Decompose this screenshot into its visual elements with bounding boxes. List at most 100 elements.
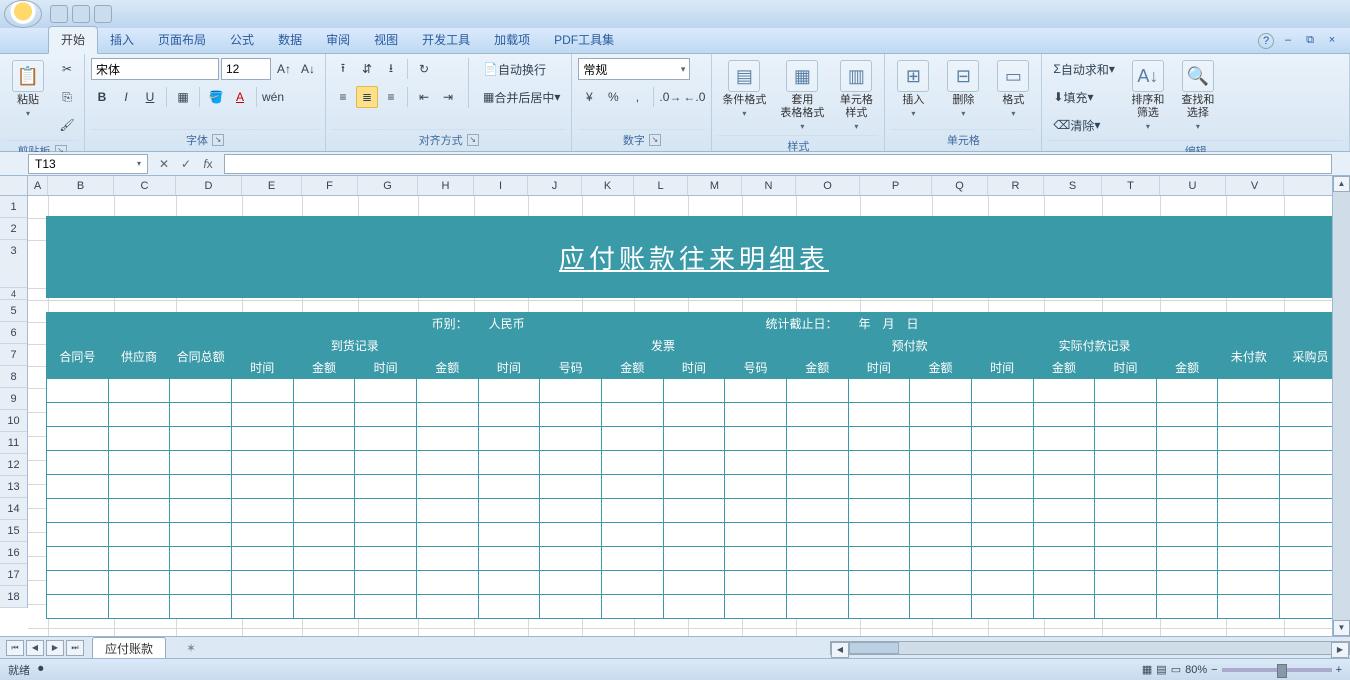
cell[interactable]	[910, 379, 972, 403]
cell[interactable]	[1095, 547, 1157, 571]
row-header[interactable]: 17	[0, 564, 27, 586]
column-header[interactable]: R	[988, 176, 1044, 195]
align-middle-icon[interactable]: ⇵	[356, 58, 378, 80]
cell[interactable]	[663, 547, 725, 571]
cell[interactable]	[293, 523, 355, 547]
column-header[interactable]: M	[688, 176, 742, 195]
row-headers[interactable]: 123456789101112131415161718	[0, 196, 28, 608]
cell[interactable]	[910, 427, 972, 451]
tab-home[interactable]: 开始	[48, 26, 98, 54]
cell[interactable]	[786, 427, 848, 451]
row-header[interactable]: 13	[0, 476, 27, 498]
cell[interactable]	[601, 547, 663, 571]
select-all-corner[interactable]	[0, 176, 28, 196]
row-header[interactable]: 16	[0, 542, 27, 564]
cell[interactable]	[108, 379, 170, 403]
cell[interactable]	[416, 523, 478, 547]
cell[interactable]	[1095, 403, 1157, 427]
cell[interactable]	[1095, 595, 1157, 619]
cell[interactable]	[355, 403, 417, 427]
cell[interactable]	[663, 475, 725, 499]
cell[interactable]	[1033, 595, 1095, 619]
cell[interactable]	[663, 403, 725, 427]
cell[interactable]	[848, 595, 910, 619]
cell[interactable]	[355, 595, 417, 619]
cell[interactable]	[540, 475, 602, 499]
cell[interactable]	[231, 595, 293, 619]
cell[interactable]	[108, 451, 170, 475]
cell[interactable]	[170, 427, 232, 451]
cell[interactable]	[848, 523, 910, 547]
column-header[interactable]: G	[358, 176, 418, 195]
cell[interactable]	[478, 475, 540, 499]
cell[interactable]	[293, 475, 355, 499]
cell[interactable]	[1218, 523, 1280, 547]
column-header[interactable]: J	[528, 176, 582, 195]
cell[interactable]	[1033, 403, 1095, 427]
font-family-select[interactable]	[91, 58, 219, 80]
cell[interactable]	[786, 499, 848, 523]
cell[interactable]	[663, 379, 725, 403]
cell[interactable]	[47, 427, 109, 451]
vertical-scrollbar[interactable]: ▲ ▼	[1332, 176, 1350, 636]
column-header[interactable]: H	[418, 176, 474, 195]
paste-button[interactable]: 📋 粘贴	[6, 58, 50, 122]
cell[interactable]	[355, 547, 417, 571]
cell[interactable]	[1280, 427, 1332, 451]
cell[interactable]	[725, 547, 787, 571]
cell[interactable]	[663, 571, 725, 595]
cell[interactable]	[47, 547, 109, 571]
cell[interactable]	[170, 403, 232, 427]
increase-decimal-icon[interactable]: .0→	[659, 86, 681, 108]
column-header[interactable]: T	[1102, 176, 1160, 195]
cell[interactable]	[1218, 571, 1280, 595]
cell[interactable]	[971, 547, 1033, 571]
cell[interactable]	[663, 451, 725, 475]
clear-button[interactable]: ⌫ 清除 ▾	[1048, 114, 1105, 136]
cell[interactable]	[1156, 403, 1218, 427]
row-header[interactable]: 1	[0, 196, 27, 218]
font-launcher-icon[interactable]: ↘	[212, 134, 224, 146]
column-header[interactable]: L	[634, 176, 688, 195]
cell[interactable]	[478, 571, 540, 595]
cell[interactable]	[1218, 427, 1280, 451]
cell[interactable]	[416, 403, 478, 427]
cell[interactable]	[540, 595, 602, 619]
row-header[interactable]: 15	[0, 520, 27, 542]
tab-nav-next-icon[interactable]: ▶	[46, 640, 64, 656]
cell[interactable]	[1033, 451, 1095, 475]
cell[interactable]	[1280, 475, 1332, 499]
scroll-up-icon[interactable]: ▲	[1333, 176, 1350, 192]
qat-undo-icon[interactable]	[72, 5, 90, 23]
hscroll-left-icon[interactable]: ◀	[831, 642, 849, 658]
number-launcher-icon[interactable]: ↘	[649, 134, 661, 146]
cell[interactable]	[108, 571, 170, 595]
column-header[interactable]: P	[860, 176, 932, 195]
row-header[interactable]: 9	[0, 388, 27, 410]
cell[interactable]	[540, 547, 602, 571]
cell[interactable]	[293, 547, 355, 571]
underline-icon[interactable]: U	[139, 86, 161, 108]
cell[interactable]	[47, 475, 109, 499]
tab-data[interactable]: 数据	[266, 27, 314, 53]
cell[interactable]	[231, 451, 293, 475]
column-header[interactable]: N	[742, 176, 796, 195]
hscroll-right-icon[interactable]: ▶	[1331, 642, 1349, 658]
cell[interactable]	[910, 571, 972, 595]
cell[interactable]	[355, 379, 417, 403]
cell[interactable]	[1033, 379, 1095, 403]
column-header[interactable]: A	[28, 176, 48, 195]
cell[interactable]	[910, 403, 972, 427]
cell[interactable]	[416, 451, 478, 475]
scroll-down-icon[interactable]: ▼	[1333, 620, 1350, 636]
tab-formulas[interactable]: 公式	[218, 27, 266, 53]
cell[interactable]	[1033, 571, 1095, 595]
cell[interactable]	[108, 499, 170, 523]
cell[interactable]	[725, 571, 787, 595]
currency-icon[interactable]: ¥	[578, 86, 600, 108]
cell[interactable]	[1156, 547, 1218, 571]
cell[interactable]	[848, 379, 910, 403]
cell[interactable]	[355, 499, 417, 523]
cell[interactable]	[170, 451, 232, 475]
autosum-button[interactable]: Σ 自动求和 ▾	[1048, 58, 1119, 80]
